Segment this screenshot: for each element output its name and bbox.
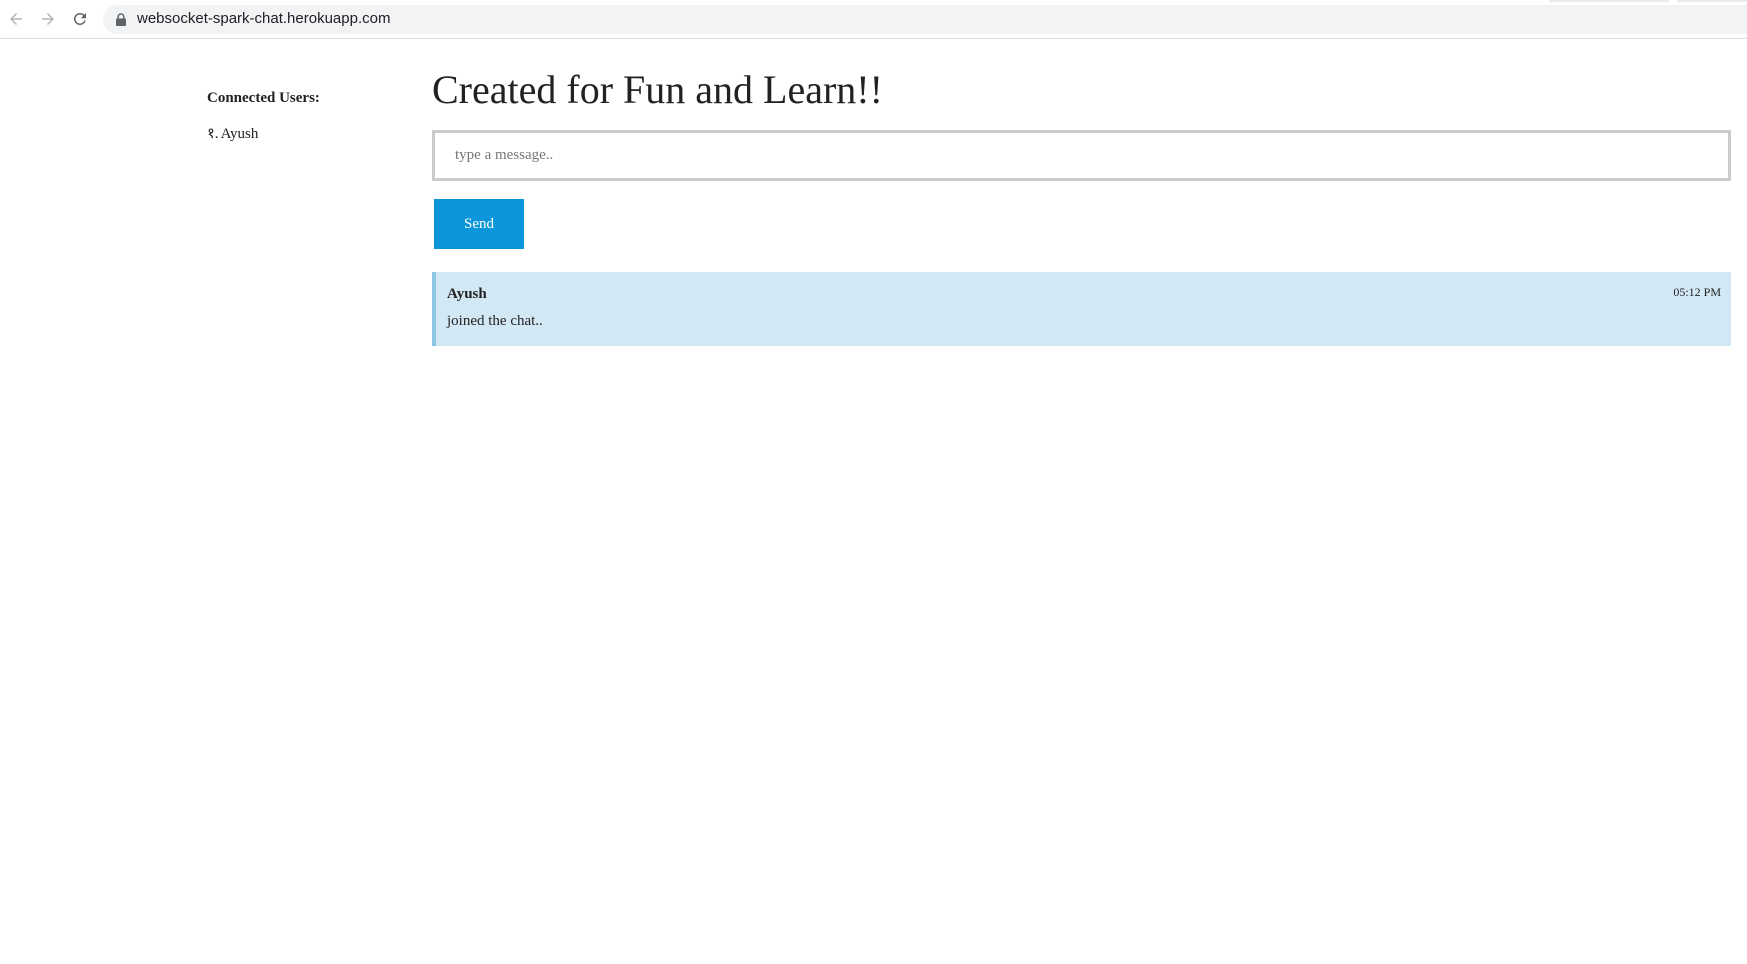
message-timestamp: 05:12 PM xyxy=(1673,285,1721,299)
toolbar-divider xyxy=(1549,0,1669,2)
toolbar-divider xyxy=(1677,0,1747,2)
page-title: Created for Fun and Learn!! xyxy=(432,67,883,112)
chat-main: Created for Fun and Learn!! Send Ayush 0… xyxy=(432,62,1732,346)
user-list-item: १. Ayush xyxy=(207,124,407,144)
arrow-right-icon xyxy=(42,13,54,25)
forward-button[interactable] xyxy=(36,7,60,31)
back-button[interactable] xyxy=(4,7,28,31)
arrow-left-icon xyxy=(10,13,22,25)
lock-icon xyxy=(116,13,126,26)
user-list: १. Ayush xyxy=(207,124,407,144)
send-button[interactable]: Send xyxy=(434,199,524,249)
connected-users-title: Connected Users: xyxy=(207,90,320,106)
user-number: १. xyxy=(207,126,219,142)
user-name: Ayush xyxy=(220,126,259,142)
message-author: Ayush xyxy=(447,286,487,302)
url-text: websocket-spark-chat.herokuapp.com xyxy=(137,10,391,27)
browser-toolbar: websocket-spark-chat.herokuapp.com xyxy=(0,0,1747,39)
reload-icon xyxy=(73,12,86,25)
reload-button[interactable] xyxy=(68,7,92,31)
address-bar[interactable]: websocket-spark-chat.herokuapp.com xyxy=(103,5,1747,34)
connected-users-panel: Connected Users: १. Ayush xyxy=(207,88,407,144)
message-input[interactable] xyxy=(432,130,1731,181)
message-text: joined the chat.. xyxy=(447,313,543,329)
chat-message: Ayush 05:12 PM joined the chat.. xyxy=(432,272,1731,346)
